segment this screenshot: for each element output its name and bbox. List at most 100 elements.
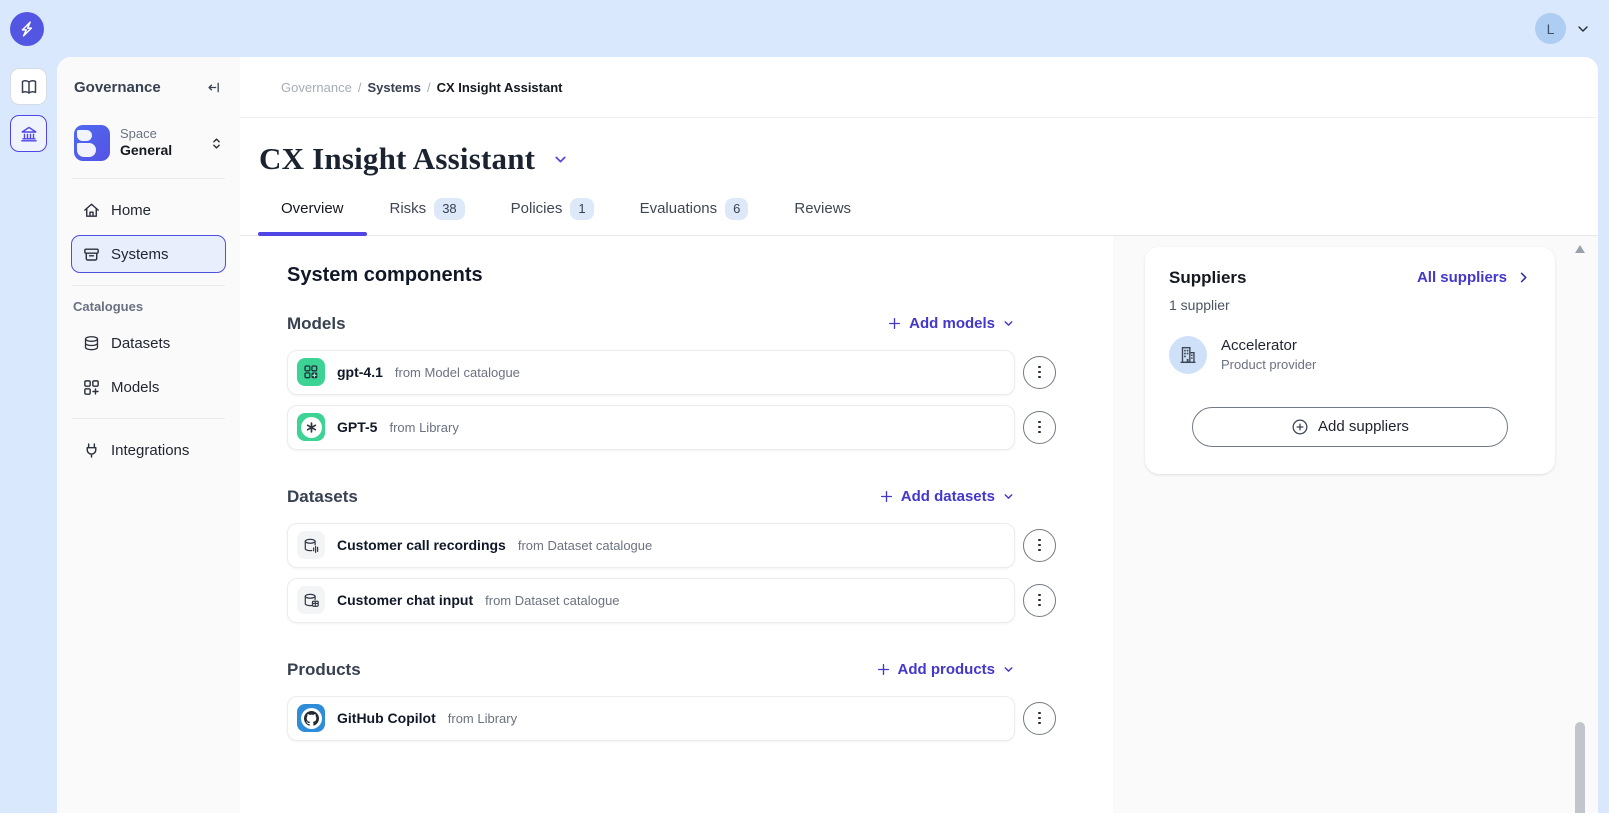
add-models-label: Add models (909, 315, 995, 332)
divider (72, 418, 225, 419)
supplier-item[interactable]: Accelerator Product provider (1169, 336, 1531, 374)
top-bar: L (0, 0, 1609, 57)
plus-icon (887, 316, 902, 331)
database-icon (82, 334, 101, 353)
app-logo[interactable] (10, 12, 44, 46)
sidebar-item-datasets[interactable]: Datasets (71, 324, 226, 362)
supplier-count: 1 supplier (1169, 297, 1531, 313)
divider (72, 178, 225, 179)
row-menu-button[interactable] (1023, 411, 1056, 444)
chevron-expand-icon (209, 135, 224, 152)
row-menu-button[interactable] (1023, 584, 1056, 617)
rail-governance-button[interactable] (10, 115, 47, 152)
scroll-up-arrow[interactable] (1575, 245, 1585, 253)
sidebar-title: Governance (74, 79, 161, 96)
product-row-github-copilot[interactable]: GitHub Copilot from Library (287, 696, 1015, 741)
tab-policies[interactable]: Policies 1 (488, 198, 617, 235)
content-sheet: Governance Space General Home (57, 57, 1598, 813)
model-row-gpt-4-1[interactable]: gpt-4.1 from Model catalogue (287, 350, 1015, 395)
collapse-left-icon (205, 79, 222, 96)
row-menu-button[interactable] (1023, 356, 1056, 389)
dataset-source: from Dataset catalogue (485, 593, 619, 608)
products-section: Products Add products (287, 660, 1015, 741)
governance-sidebar: Governance Space General Home (57, 57, 240, 813)
openai-icon (297, 413, 325, 441)
breadcrumb: Governance / Systems / CX Insight Assist… (240, 57, 1598, 118)
model-name: gpt-4.1 (337, 364, 383, 380)
products-section-title: Products (287, 660, 361, 680)
row-menu-button[interactable] (1023, 702, 1056, 735)
add-products-button[interactable]: Add products (876, 661, 1016, 678)
breadcrumb-separator: / (358, 80, 362, 95)
rail-catalogue-button[interactable] (10, 68, 47, 105)
tab-reviews[interactable]: Reviews (771, 198, 874, 235)
dataset-row-chat-input[interactable]: Customer chat input from Dataset catalog… (287, 578, 1015, 623)
sidebar-item-home[interactable]: Home (71, 191, 226, 229)
home-icon (82, 201, 101, 220)
tab-overview[interactable]: Overview (258, 198, 367, 235)
tab-label: Evaluations (640, 200, 718, 217)
models-section-title: Models (287, 314, 346, 334)
building-icon (1169, 336, 1207, 374)
system-components-panel: System components Models Add models (240, 236, 1113, 813)
dataset-row-call-recordings[interactable]: Customer call recordings from Dataset ca… (287, 523, 1015, 568)
book-icon (19, 77, 39, 97)
plus-icon (876, 662, 891, 677)
overview-content: System components Models Add models (240, 236, 1598, 813)
list-item-row: gpt-4.1 from Model catalogue (287, 350, 1055, 395)
tab-label: Policies (511, 200, 563, 217)
models-grid-icon (82, 378, 101, 397)
breadcrumb-governance[interactable]: Governance (281, 80, 352, 95)
row-menu-button[interactable] (1023, 529, 1056, 562)
scrollbar-thumb[interactable] (1575, 722, 1585, 813)
account-menu[interactable]: L (1535, 13, 1591, 44)
space-selector[interactable]: Space General (71, 125, 226, 161)
systems-icon (82, 245, 101, 264)
plus-circle-icon (1291, 418, 1309, 436)
breadcrumb-systems[interactable]: Systems (367, 80, 420, 95)
chevron-right-icon (1516, 270, 1531, 285)
chevron-down-icon (1002, 663, 1015, 676)
model-source: from Model catalogue (395, 365, 520, 380)
all-suppliers-link[interactable]: All suppliers (1417, 269, 1531, 286)
page-title: CX Insight Assistant (259, 141, 535, 177)
app-rail (0, 57, 57, 813)
sidebar-item-integrations[interactable]: Integrations (71, 431, 226, 469)
add-models-button[interactable]: Add models (887, 315, 1015, 332)
model-source: from Library (389, 420, 458, 435)
dataset-name: Customer chat input (337, 592, 473, 608)
divider (72, 285, 225, 286)
sidebar-item-label: Integrations (111, 442, 189, 459)
chevron-down-icon (1002, 490, 1015, 503)
model-name: GPT-5 (337, 419, 377, 435)
sidebar-item-systems[interactable]: Systems (71, 235, 226, 273)
plus-icon (879, 489, 894, 504)
model-row-gpt-5[interactable]: GPT-5 from Library (287, 405, 1015, 450)
title-chevron-down-icon[interactable] (552, 151, 569, 168)
dataset-source: from Dataset catalogue (518, 538, 652, 553)
breadcrumb-current: CX Insight Assistant (437, 80, 563, 95)
dataset-audio-icon (297, 531, 325, 559)
list-item-row: GitHub Copilot from Library (287, 696, 1055, 741)
tab-label: Overview (281, 200, 344, 217)
sidebar-item-label: Datasets (111, 335, 170, 352)
catalogues-section-label: Catalogues (73, 299, 226, 314)
add-suppliers-button[interactable]: Add suppliers (1192, 407, 1508, 447)
tab-risks[interactable]: Risks 38 (367, 198, 488, 235)
vertical-scrollbar[interactable] (1575, 245, 1585, 813)
sidebar-item-models[interactable]: Models (71, 368, 226, 406)
product-source: from Library (448, 711, 517, 726)
avatar[interactable]: L (1535, 13, 1566, 44)
add-datasets-button[interactable]: Add datasets (879, 488, 1015, 505)
chevron-down-icon (1002, 317, 1015, 330)
sidebar-item-label: Systems (111, 246, 169, 263)
tab-evaluations[interactable]: Evaluations 6 (617, 198, 772, 235)
tab-badge: 38 (434, 198, 464, 220)
suppliers-card: Suppliers All suppliers 1 supplier (1145, 247, 1555, 474)
list-item-row: GPT-5 from Library (287, 405, 1055, 450)
tab-bar: Overview Risks 38 Policies 1 Evaluations… (240, 198, 1598, 236)
supplier-role: Product provider (1221, 357, 1316, 372)
list-item-row: Customer chat input from Dataset catalog… (287, 578, 1055, 623)
collapse-sidebar-button[interactable] (203, 77, 224, 98)
models-section: Models Add models (287, 314, 1015, 450)
